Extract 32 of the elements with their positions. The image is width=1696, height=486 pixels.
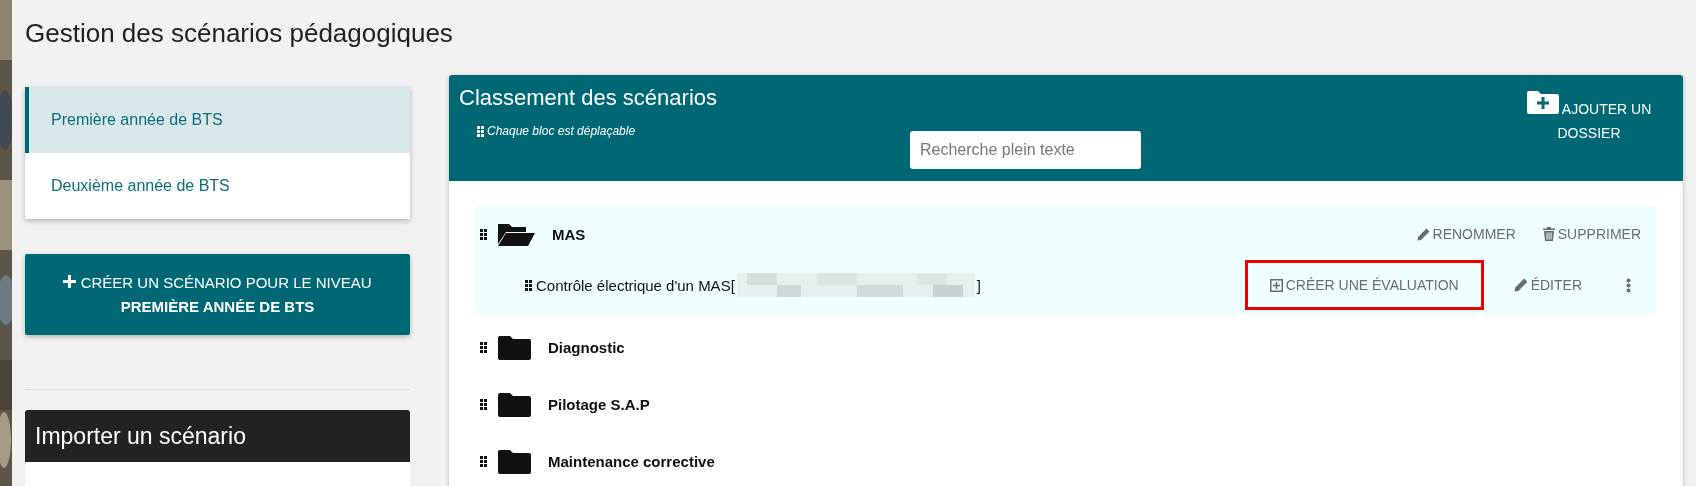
- panel-title: Classement des scénarios: [459, 85, 718, 111]
- scenario-title[interactable]: Contrôle électrique d'un MAS[: [536, 276, 735, 294]
- drag-hint: Chaque bloc est déplaçable: [487, 124, 636, 138]
- plus-square-icon: [1269, 278, 1283, 292]
- drag-handle-icon[interactable]: [480, 399, 487, 410]
- folder-name[interactable]: Maintenance corrective: [548, 453, 715, 470]
- import-panel-header: Importer un scénario: [25, 410, 410, 462]
- level-tab[interactable]: Première année de BTS: [25, 87, 410, 153]
- search-field[interactable]: Recherche plein texte: [910, 131, 1141, 169]
- delete-button[interactable]: SUPPRIMER: [1538, 220, 1645, 248]
- drag-handle-icon[interactable]: [480, 456, 487, 467]
- edit-button[interactable]: ÉDITER: [1509, 271, 1586, 299]
- create-evaluation-button[interactable]: CRÉER UNE ÉVALUATION: [1244, 260, 1484, 310]
- folder-name[interactable]: Diagnostic: [548, 339, 625, 356]
- plus-icon: [63, 274, 77, 288]
- drag-handle-icon[interactable]: [477, 125, 484, 137]
- drag-handle-icon[interactable]: [480, 342, 487, 353]
- create-scenario-button[interactable]: CRÉER UN SCÉNARIO POUR LE NIVEAU PREMIÈRE ANNÉE DE BTS: [25, 254, 410, 335]
- drag-handle-icon[interactable]: [525, 279, 532, 291]
- trash-icon: [1542, 227, 1555, 241]
- add-folder-button[interactable]: AJOUTER UN DOSSIER: [1525, 90, 1653, 145]
- folder-name[interactable]: MAS: [552, 225, 586, 243]
- pencil-icon: [1513, 278, 1528, 292]
- level-tab[interactable]: Deuxième année de BTS: [25, 153, 410, 219]
- scenario-title-end: ]: [976, 276, 981, 294]
- more-icon: [1626, 277, 1631, 293]
- drag-handle-icon[interactable]: [480, 228, 487, 240]
- rename-button[interactable]: RENOMMER: [1412, 220, 1520, 248]
- folder-plus-icon: [1526, 90, 1559, 114]
- folder-name[interactable]: Pilotage S.A.P: [548, 396, 650, 413]
- pencil-icon: [1416, 227, 1430, 241]
- page-title: Gestion des scénarios pédagogiques: [25, 18, 454, 49]
